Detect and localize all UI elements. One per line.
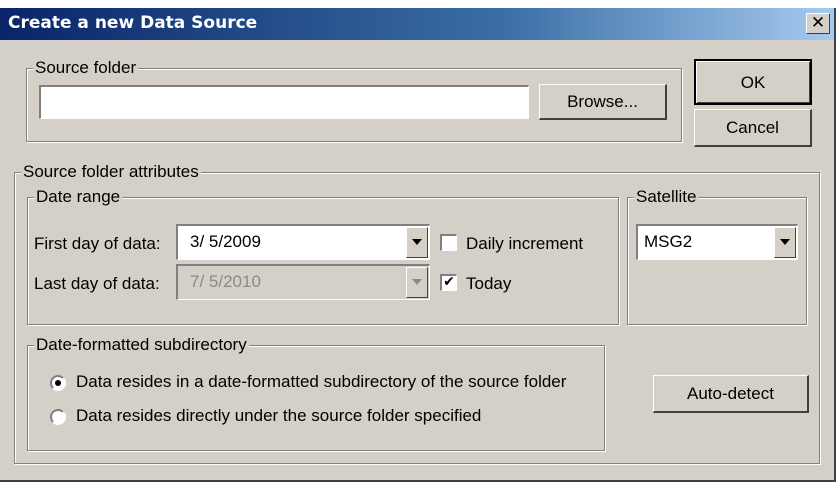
satellite-select[interactable]: MSG2 [636, 224, 798, 260]
close-button[interactable]: ✕ [806, 13, 830, 34]
last-day-dropdown-button [406, 267, 428, 298]
radio-date-subdirectory[interactable] [50, 375, 66, 391]
cancel-label: Cancel [726, 118, 779, 137]
ok-label: OK [740, 73, 766, 92]
browse-button[interactable]: Browse... [539, 84, 667, 120]
radio-selected-dot [55, 380, 61, 386]
today-label[interactable]: Today [466, 274, 511, 294]
date-range-legend: Date range [34, 187, 123, 207]
today-checkbox[interactable]: ✔ [440, 274, 457, 291]
daily-increment-checkbox[interactable] [440, 234, 457, 251]
dialog-title: Create a new Data Source [8, 13, 258, 33]
radio-direct-folder[interactable] [50, 409, 66, 425]
ok-button[interactable]: OK [694, 59, 812, 105]
subdirectory-legend: Date-formatted subdirectory [34, 335, 249, 355]
date-range-group: Date range First day of data: 3/ 5/2009 … [27, 187, 619, 325]
source-folder-group: Source folder Browse... [26, 58, 682, 142]
daily-increment-label[interactable]: Daily increment [466, 234, 583, 254]
source-folder-attributes-group: Source folder attributes Date range Firs… [14, 162, 820, 464]
satellite-dropdown-button[interactable] [774, 227, 796, 258]
first-day-value: 3/ 5/2009 [190, 232, 261, 251]
auto-detect-label: Auto-detect [687, 384, 774, 403]
close-icon: ✕ [810, 13, 826, 33]
title-bar[interactable]: Create a new Data Source ✕ [0, 8, 834, 40]
radio-direct-folder-label[interactable]: Data resides directly under the source f… [76, 406, 481, 426]
first-day-picker[interactable]: 3/ 5/2009 [176, 224, 430, 260]
browse-label: Browse... [567, 92, 638, 111]
first-day-label: First day of data: [34, 234, 161, 253]
cancel-button[interactable]: Cancel [694, 109, 812, 147]
chevron-down-icon [412, 239, 422, 245]
satellite-legend: Satellite [634, 187, 699, 207]
source-folder-legend: Source folder [33, 58, 139, 78]
chevron-down-icon [780, 239, 790, 245]
first-day-dropdown-button[interactable] [406, 227, 428, 258]
chevron-down-icon [412, 279, 422, 285]
satellite-value: MSG2 [644, 232, 693, 251]
last-day-value: 7/ 5/2010 [190, 272, 261, 291]
source-folder-input[interactable] [39, 85, 529, 119]
satellite-group: Satellite MSG2 [627, 187, 807, 325]
last-day-picker: 7/ 5/2010 [176, 264, 430, 300]
attributes-legend: Source folder attributes [21, 162, 201, 182]
radio-date-subdirectory-label[interactable]: Data resides in a date-formatted subdire… [76, 372, 566, 392]
subdirectory-group: Date-formatted subdirectory Data resides… [27, 335, 605, 451]
auto-detect-button[interactable]: Auto-detect [653, 375, 809, 413]
create-data-source-dialog: Create a new Data Source ✕ Source folder… [0, 8, 836, 482]
last-day-label: Last day of data: [34, 274, 160, 293]
checkmark-icon: ✔ [443, 274, 455, 290]
